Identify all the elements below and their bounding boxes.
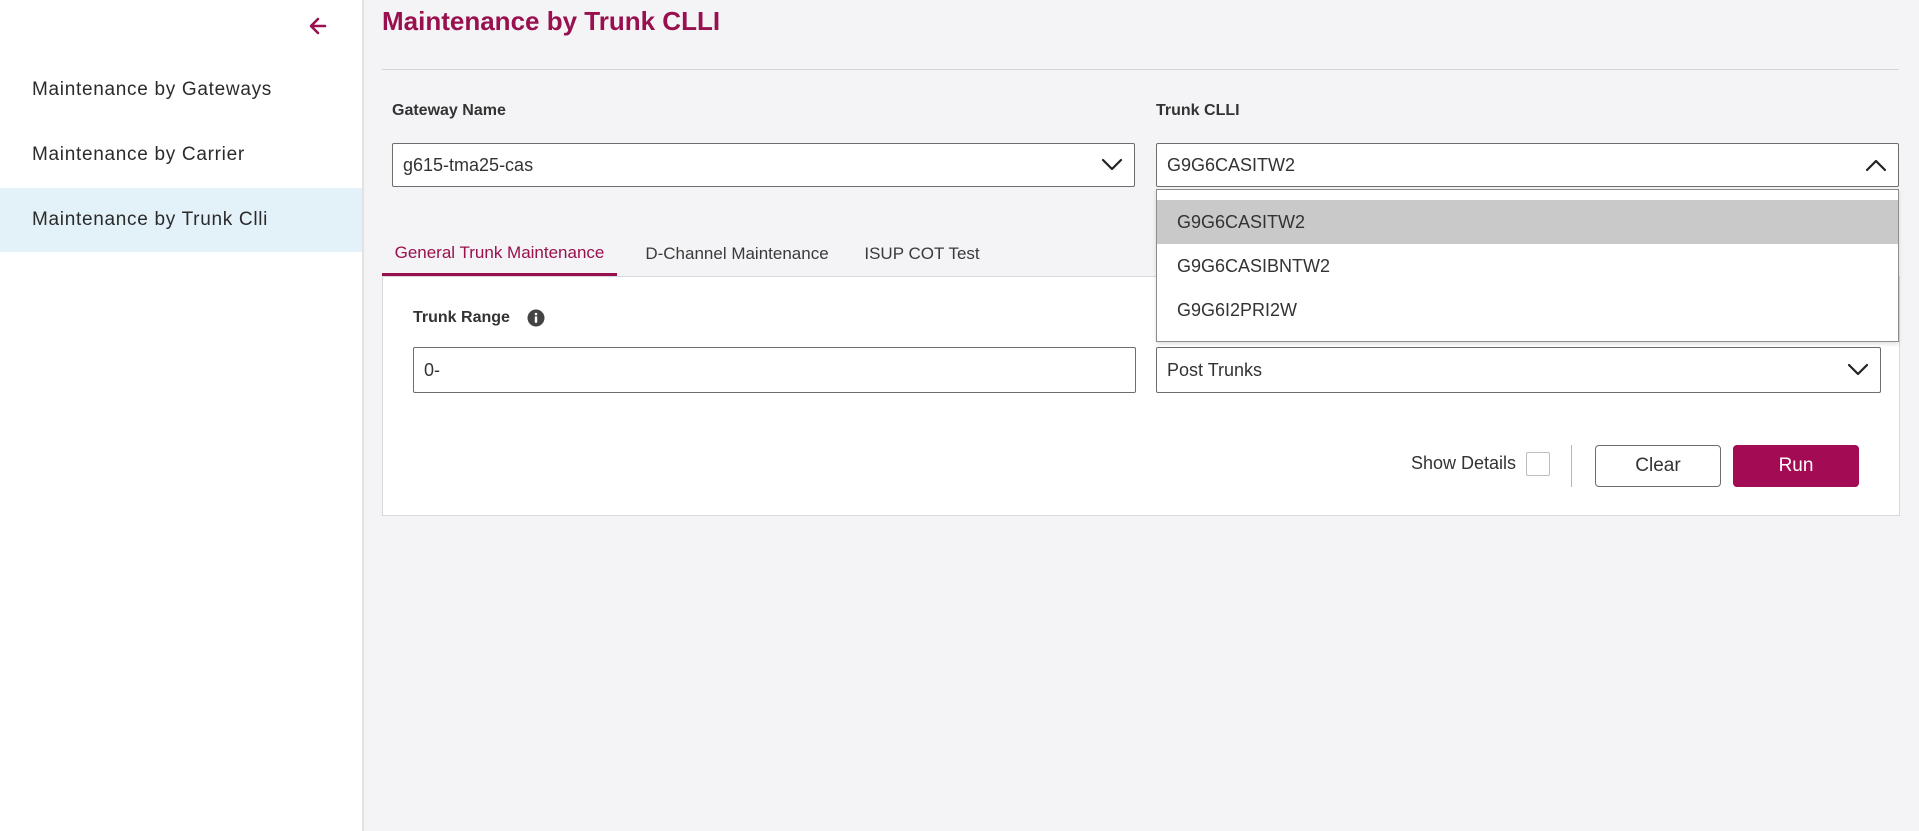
trunk-action-value: Post Trunks [1167, 359, 1263, 380]
page-title: Maintenance by Trunk CLLI [382, 6, 721, 36]
info-icon[interactable] [527, 309, 545, 327]
title-divider [382, 69, 1899, 70]
nav-item-maintenance-by-carrier[interactable]: Maintenance by Carrier [0, 123, 362, 187]
trunk-clli-select[interactable]: G9G6CASITW2 [1156, 143, 1899, 187]
collapse-sidebar-button[interactable] [302, 10, 334, 42]
clear-button[interactable]: Clear [1595, 445, 1721, 487]
dropdown-option[interactable]: G9G6CASIBNTW2 [1157, 244, 1898, 288]
trunk-clli-value: G9G6CASITW2 [1167, 154, 1296, 175]
chevron-down-icon [1836, 349, 1880, 391]
chevron-down-icon [1090, 144, 1134, 186]
gateway-name-select[interactable]: g615-tma25-cas [392, 143, 1135, 187]
trunk-range-value: 0- [424, 359, 441, 380]
trunk-action-select[interactable]: Post Trunks [1156, 347, 1881, 393]
gateway-name-value: g615-tma25-cas [403, 154, 534, 175]
tab-general-trunk-maintenance[interactable]: General Trunk Maintenance [382, 232, 617, 276]
main-content: Maintenance by Trunk CLLI Gateway Name g… [364, 0, 1919, 831]
trunk-range-label: Trunk Range [413, 309, 510, 326]
chevron-up-icon [1854, 144, 1898, 186]
nav-item-maintenance-by-trunk-clli[interactable]: Maintenance by Trunk Clli [0, 188, 362, 252]
sidebar: Maintenance by Gateways Maintenance by C… [0, 0, 364, 831]
nav-item-maintenance-by-gateways[interactable]: Maintenance by Gateways [0, 58, 362, 122]
arrow-left-icon [309, 17, 327, 35]
show-details-checkbox[interactable] [1526, 452, 1550, 476]
dropdown-option[interactable]: G9G6CASITW2 [1157, 200, 1898, 244]
tab-d-channel-maintenance[interactable]: D-Channel Maintenance [640, 232, 834, 276]
run-button[interactable]: Run [1733, 445, 1859, 487]
tab-isup-cot-test[interactable]: ISUP COT Test [858, 232, 986, 276]
gateway-name-label: Gateway Name [392, 102, 506, 119]
trunk-range-input[interactable]: 0- [413, 347, 1136, 393]
trunk-clli-dropdown: G9G6CASITW2 G9G6CASIBNTW2 G9G6I2PRI2W [1156, 189, 1899, 342]
action-divider [1571, 445, 1572, 487]
show-details-label: Show Details [1411, 453, 1517, 473]
trunk-clli-label: Trunk CLLI [1156, 102, 1240, 119]
dropdown-option[interactable]: G9G6I2PRI2W [1157, 288, 1898, 332]
